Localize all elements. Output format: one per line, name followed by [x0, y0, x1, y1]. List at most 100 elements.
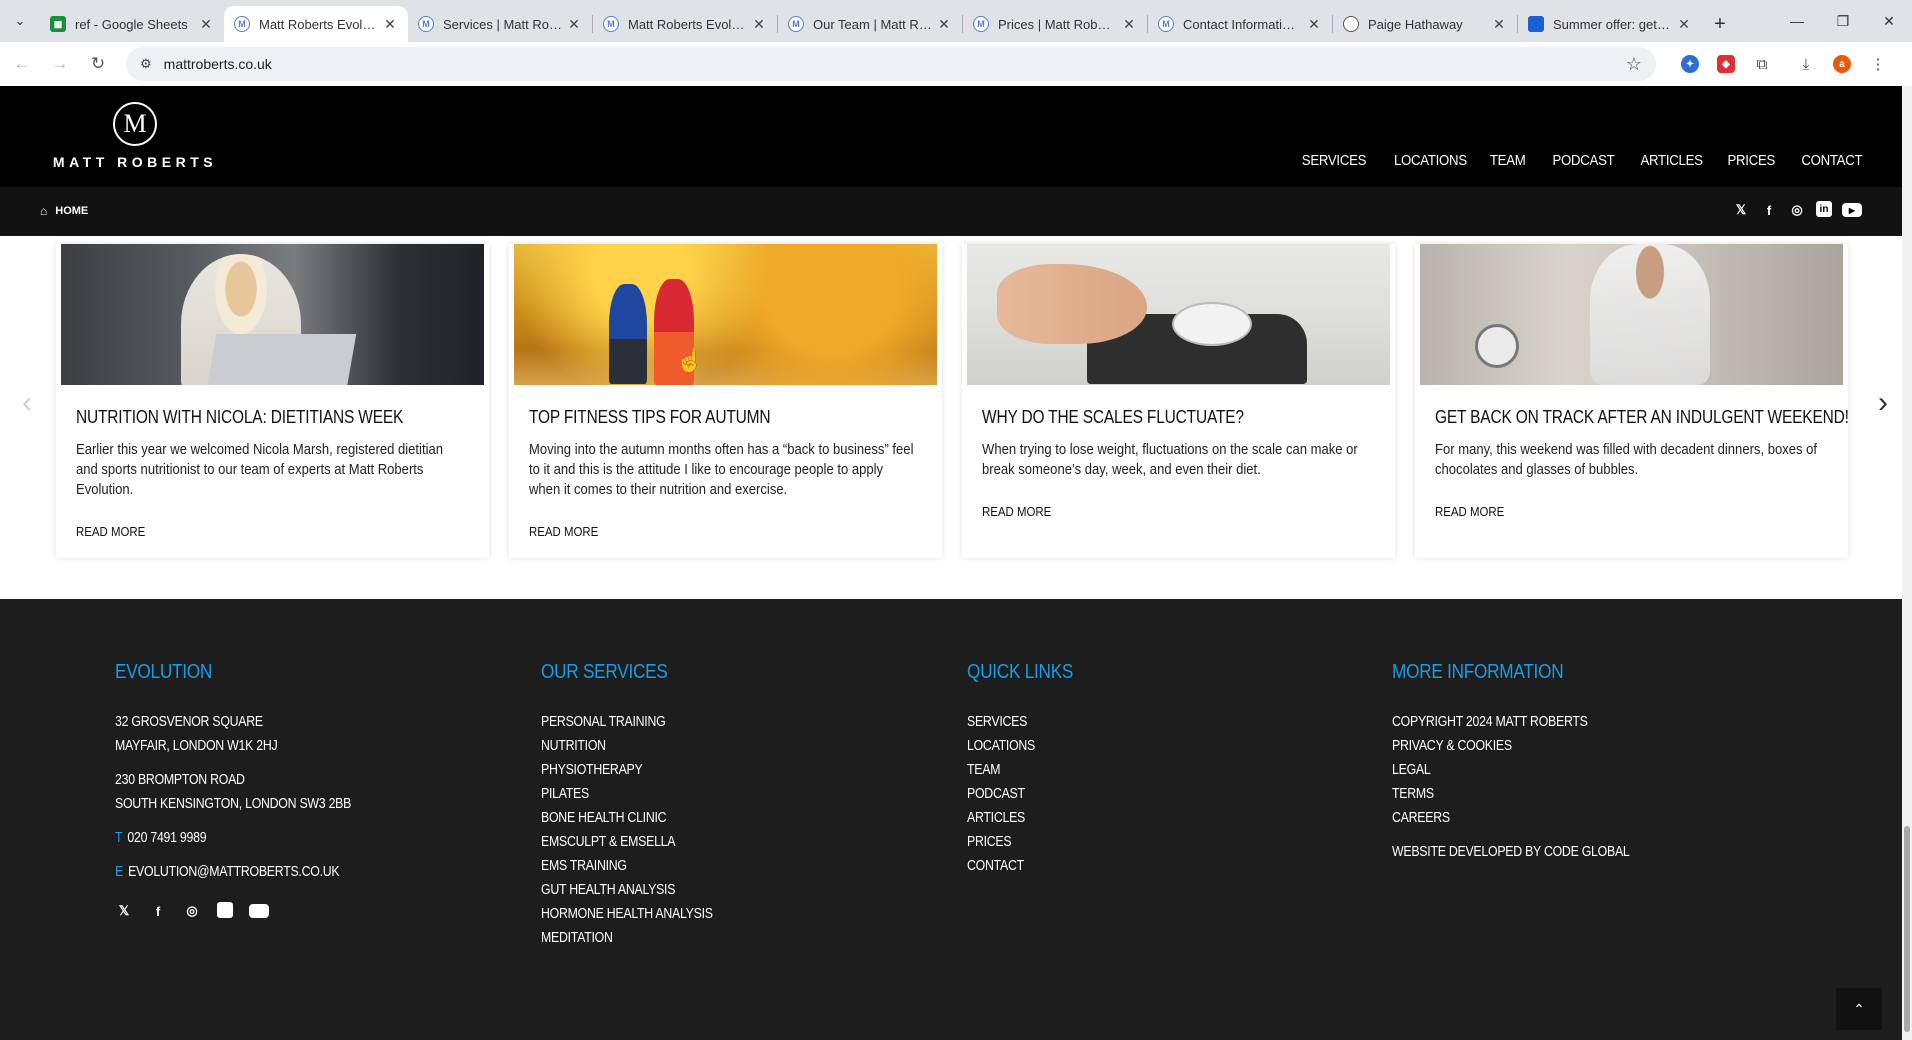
close-icon[interactable]: ✕: [1676, 16, 1692, 33]
article-image[interactable]: [61, 244, 484, 385]
nav-locations[interactable]: LOCATIONS: [1394, 152, 1467, 169]
footer-link[interactable]: EMS TRAINING: [541, 854, 713, 878]
browser-menu-button[interactable]: ⋮: [1860, 46, 1896, 82]
close-icon[interactable]: ✕: [382, 16, 398, 33]
back-button[interactable]: ←: [6, 48, 38, 80]
read-more-link[interactable]: READ MORE: [529, 524, 598, 539]
article-card[interactable]: TOP FITNESS TIPS FOR AUTUMN Moving into …: [509, 244, 942, 558]
footer-link[interactable]: PILATES: [541, 782, 713, 806]
extension-button[interactable]: ◆: [1708, 46, 1744, 82]
close-icon[interactable]: ✕: [1121, 16, 1137, 33]
youtube-icon[interactable]: ▶: [249, 904, 269, 918]
footer-link[interactable]: GUT HEALTH ANALYSIS: [541, 878, 713, 902]
youtube-icon[interactable]: ▶: [1842, 203, 1862, 217]
profile-button[interactable]: a: [1824, 46, 1860, 82]
footer-link[interactable]: PRICES: [967, 830, 1072, 854]
article-card[interactable]: NUTRITION WITH NICOLA: DIETITIANS WEEK E…: [56, 244, 489, 558]
article-title[interactable]: GET BACK ON TRACK AFTER AN INDULGENT WEE…: [1435, 407, 1849, 428]
restore-button[interactable]: ❐: [1820, 0, 1866, 42]
tab-search-button[interactable]: ⌄: [0, 0, 40, 42]
article-title[interactable]: NUTRITION WITH NICOLA: DIETITIANS WEEK: [76, 407, 414, 428]
article-image[interactable]: [514, 244, 937, 385]
footer-link[interactable]: LOCATIONS: [967, 734, 1072, 758]
footer-link[interactable]: CAREERS: [1392, 806, 1630, 830]
email-address[interactable]: EVOLUTION@MATTROBERTS.CO.UK: [128, 864, 340, 880]
tab-prices[interactable]: M Prices | Matt Roberts ✕: [963, 6, 1147, 42]
footer-link[interactable]: NUTRITION: [541, 734, 713, 758]
article-title[interactable]: TOP FITNESS TIPS FOR AUTUMN: [529, 407, 867, 428]
footer-link[interactable]: PRIVACY & COOKIES: [1392, 734, 1630, 758]
nav-contact[interactable]: CONTACT: [1801, 152, 1862, 169]
close-window-button[interactable]: ✕: [1866, 0, 1912, 42]
article-image[interactable]: [967, 244, 1390, 385]
close-icon[interactable]: ✕: [936, 16, 952, 33]
carousel-prev-icon[interactable]: ‹: [22, 386, 32, 420]
new-tab-button[interactable]: +: [1702, 6, 1738, 42]
twitter-icon[interactable]: 𝕏: [1732, 201, 1750, 219]
extension-button[interactable]: ✦: [1672, 46, 1708, 82]
nav-prices[interactable]: PRICES: [1727, 152, 1775, 169]
close-icon[interactable]: ✕: [566, 16, 582, 33]
tab-contact-information[interactable]: M Contact Information | ✕: [1148, 6, 1332, 42]
close-icon[interactable]: ✕: [1491, 16, 1507, 33]
minimize-button[interactable]: —: [1774, 0, 1820, 42]
nav-articles[interactable]: ARTICLES: [1640, 152, 1702, 169]
extensions-menu-button[interactable]: ⧉: [1744, 46, 1780, 82]
footer-link[interactable]: EMSCULPT & EMSELLA: [541, 830, 713, 854]
phone-number[interactable]: 020 7491 9989: [127, 830, 206, 846]
footer-link[interactable]: PHYSIOTHERAPY: [541, 758, 713, 782]
footer-link[interactable]: ARTICLES: [967, 806, 1072, 830]
footer-link[interactable]: CONTACT: [967, 854, 1072, 878]
read-more-link[interactable]: READ MORE: [982, 504, 1051, 519]
site-info-icon[interactable]: ⚙: [140, 56, 152, 72]
page-scrollbar[interactable]: [1902, 86, 1912, 1040]
read-more-link[interactable]: READ MORE: [76, 524, 145, 539]
tab-matt-roberts-evolution[interactable]: M Matt Roberts Evolution ✕: [593, 6, 777, 42]
footer-link[interactable]: SERVICES: [967, 710, 1072, 734]
facebook-icon[interactable]: f: [1760, 201, 1778, 219]
developer-credit-link[interactable]: WEBSITE DEVELOPED BY CODE GLOBAL: [1392, 840, 1630, 864]
tab-our-team[interactable]: M Our Team | Matt Roberts ✕: [778, 6, 962, 42]
footer-link[interactable]: TEAM: [967, 758, 1072, 782]
footer-link[interactable]: PODCAST: [967, 782, 1072, 806]
linkedin-icon[interactable]: in: [217, 902, 233, 918]
twitter-icon[interactable]: 𝕏: [115, 902, 133, 920]
scroll-to-top-button[interactable]: ⌃: [1836, 988, 1882, 1030]
reload-button[interactable]: ↻: [82, 48, 114, 80]
instagram-icon[interactable]: ◎: [1788, 201, 1806, 219]
tab-google-sheets[interactable]: ▦ ref - Google Sheets ✕: [40, 6, 224, 42]
url-text[interactable]: mattroberts.co.uk: [164, 56, 1626, 72]
nav-services[interactable]: SERVICES: [1302, 152, 1367, 169]
forward-button[interactable]: →: [44, 48, 76, 80]
footer-link[interactable]: LEGAL: [1392, 758, 1630, 782]
scrollbar-thumb[interactable]: [1904, 826, 1910, 1032]
tab-services[interactable]: M Services | Matt Roberts ✕: [408, 6, 592, 42]
nav-team[interactable]: TEAM: [1490, 152, 1526, 169]
linkedin-icon[interactable]: in: [1816, 201, 1832, 217]
article-image[interactable]: [1420, 244, 1843, 385]
tab-matt-roberts-evolution-active[interactable]: M Matt Roberts Evolution ✕: [224, 6, 408, 42]
footer-link[interactable]: PERSONAL TRAINING: [541, 710, 713, 734]
breadcrumb-home[interactable]: ⌂ HOME: [40, 204, 88, 218]
instagram-icon[interactable]: ◎: [183, 902, 201, 920]
footer-link[interactable]: BONE HEALTH CLINIC: [541, 806, 713, 830]
downloads-button[interactable]: ⤓: [1788, 46, 1824, 82]
footer-link[interactable]: MEDITATION: [541, 926, 713, 950]
article-card[interactable]: GET BACK ON TRACK AFTER AN INDULGENT WEE…: [1415, 244, 1849, 558]
footer-link[interactable]: HORMONE HEALTH ANALYSIS: [541, 902, 713, 926]
carousel-next-icon[interactable]: ›: [1878, 386, 1888, 420]
footer-link[interactable]: TERMS: [1392, 782, 1630, 806]
facebook-icon[interactable]: f: [149, 902, 167, 920]
close-icon[interactable]: ✕: [1306, 16, 1322, 33]
bookmark-star-icon[interactable]: ☆: [1626, 54, 1642, 75]
article-card[interactable]: WHY DO THE SCALES FLUCTUATE? When trying…: [962, 244, 1395, 558]
read-more-link[interactable]: READ MORE: [1435, 504, 1504, 519]
email-link[interactable]: E EVOLUTION@MATTROBERTS.CO.UK: [115, 860, 351, 884]
nav-podcast[interactable]: PODCAST: [1552, 152, 1614, 169]
close-icon[interactable]: ✕: [198, 16, 214, 33]
article-title[interactable]: WHY DO THE SCALES FLUCTUATE?: [982, 407, 1320, 428]
address-bar[interactable]: ⚙ mattroberts.co.uk ☆: [126, 47, 1656, 81]
close-icon[interactable]: ✕: [751, 16, 767, 33]
site-logo[interactable]: M MATT ROBERTS: [40, 102, 230, 170]
phone-link[interactable]: T 020 7491 9989: [115, 826, 351, 850]
